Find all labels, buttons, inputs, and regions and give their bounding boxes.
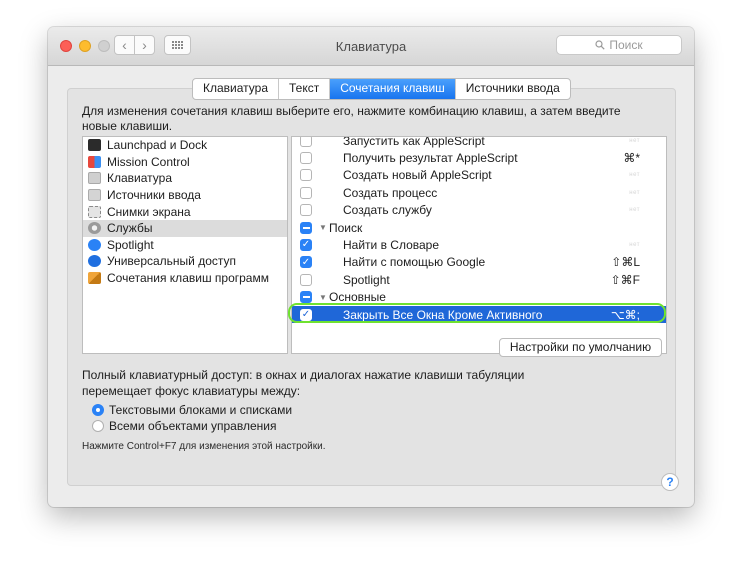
category-item[interactable]: Mission Control [83,154,287,171]
app-shortcuts-icon [88,272,101,285]
category-label: Launchpad и Dock [107,138,208,153]
group-checkbox[interactable] [300,221,312,234]
service-checkbox[interactable]: ✓ [300,238,312,251]
service-group-row[interactable]: ▼ Поиск [292,219,666,236]
radio-button[interactable] [92,420,104,432]
radio-label: Текстовыми блоками и списками [109,403,293,417]
service-group-label: Основные [329,290,386,305]
service-group-row[interactable]: ▼ Основные [292,289,666,306]
tab-keyboard[interactable]: Клавиатура [193,79,279,99]
service-row[interactable]: ✓ Закрыть Все Окна Кроме Активного ⌥⌘; [292,306,666,323]
shortcut-value[interactable]: ⇧⌘F [611,273,640,287]
category-list: Launchpad и Dock Mission Control Клавиатур… [82,136,288,354]
category-item[interactable]: Службы [83,219,287,237]
service-row[interactable]: Создать новый AppleScript нет [292,167,666,184]
shortcut-value[interactable]: ⌥⌘; [611,308,640,322]
service-checkbox[interactable]: ✓ [300,308,312,321]
launchpad-icon [88,139,101,152]
category-label: Сочетания клавиш программ [107,271,269,286]
magnifier-icon [595,40,606,50]
category-item[interactable]: Spotlight [83,237,287,254]
mission-control-icon [88,155,101,168]
services-list: Запустить как AppleScript нет Получить рез… [291,136,667,354]
keyboard-preferences-window: ‹ › Клавиатура Поиск Клавиатура Текст Со… [48,27,694,507]
service-row[interactable]: Запустить как AppleScript нет [292,136,666,149]
radio-label: Всеми объектами управления [109,419,277,433]
services-gear-icon [88,222,101,235]
disclosure-triangle-icon[interactable]: ▼ [319,293,327,302]
keyboard-icon [88,172,101,185]
shortcut-value[interactable]: нет [629,172,640,178]
radio-all-controls-option[interactable]: Всеми объектами управления [92,419,276,433]
category-item[interactable]: Источники ввода [83,187,287,204]
service-row[interactable]: ✓ Найти с помощью Google ⇧⌘L [292,254,666,271]
shortcut-value[interactable]: нет [629,207,640,213]
tab-bar: Клавиатура Текст Сочетания клавиш Источн… [192,78,571,100]
service-label: Создать новый AppleScript [343,168,492,183]
service-checkbox[interactable] [300,186,312,199]
service-row[interactable]: Создать службу нет [292,202,666,219]
search-placeholder: Поиск [609,38,643,52]
tab-shortcuts[interactable]: Сочетания клавиш [330,79,456,99]
search-field[interactable]: Поиск [556,35,682,55]
screenshot-icon [88,205,101,218]
service-checkbox[interactable] [300,151,312,164]
tab-input-sources[interactable]: Источники ввода [456,79,570,99]
group-checkbox[interactable] [300,291,312,304]
service-label: Spotlight [343,272,390,287]
category-label: Mission Control [107,154,190,169]
service-checkbox[interactable] [300,204,312,217]
help-button[interactable]: ? [661,473,679,491]
service-row[interactable]: Создать процесс нет [292,184,666,201]
hint-text: Нажмите Control+F7 для изменения этой на… [82,441,326,452]
service-label: Создать процесс [343,185,438,200]
category-label: Универсальный доступ [107,254,237,269]
service-label: Найти с помощью Google [343,255,486,270]
service-label: Получить результат AppleScript [343,150,518,165]
shortcut-value[interactable]: ⇧⌘L [611,255,640,269]
full-keyboard-access-text: Полный клавиатурный доступ: в окнах и ди… [82,368,525,398]
service-group-label: Поиск [329,220,363,235]
spotlight-icon [88,238,101,251]
category-label: Службы [107,221,153,236]
category-item[interactable]: Сочетания клавиш программ [83,270,287,287]
category-label: Снимки экрана [107,204,191,219]
category-item[interactable]: Универсальный доступ [83,253,287,270]
service-checkbox[interactable] [300,137,312,147]
shortcut-value[interactable]: нет [629,138,640,144]
input-sources-icon [88,189,101,202]
tab-text[interactable]: Текст [279,79,331,99]
title-bar: ‹ › Клавиатура Поиск [48,27,694,66]
service-label: Найти в Словаре [343,237,440,252]
service-checkbox[interactable]: ✓ [300,256,312,269]
shortcut-value[interactable]: нет [629,190,640,196]
restore-defaults-button[interactable]: Настройки по умолчанию [499,338,662,357]
category-item[interactable]: Снимки экрана [83,203,287,220]
category-item[interactable]: Клавиатура [83,170,287,187]
category-label: Клавиатура [107,171,172,186]
service-label: Запустить как AppleScript [343,136,485,148]
service-row[interactable]: Spotlight ⇧⌘F [292,271,666,288]
category-label: Источники ввода [107,188,201,203]
radio-text-boxes-option[interactable]: Текстовыми блоками и списками [92,403,292,417]
accessibility-icon [88,255,101,268]
category-label: Spotlight [107,237,154,252]
service-label: Закрыть Все Окна Кроме Активного [343,307,543,322]
service-checkbox[interactable] [300,169,312,182]
shortcut-value[interactable]: нет [629,242,640,248]
service-label: Создать службу [343,203,432,218]
disclosure-triangle-icon[interactable]: ▼ [319,223,327,232]
service-row[interactable]: ✓ Найти в Словаре нет [292,236,666,253]
category-item[interactable]: Launchpad и Dock [83,137,287,154]
radio-button-selected[interactable] [92,404,104,416]
service-row[interactable]: Получить результат AppleScript ⌘* [292,149,666,166]
instruction-text: Для изменения сочетания клавиш выберите … [82,104,621,133]
shortcut-value[interactable]: ⌘* [623,151,640,165]
service-checkbox[interactable] [300,273,312,286]
